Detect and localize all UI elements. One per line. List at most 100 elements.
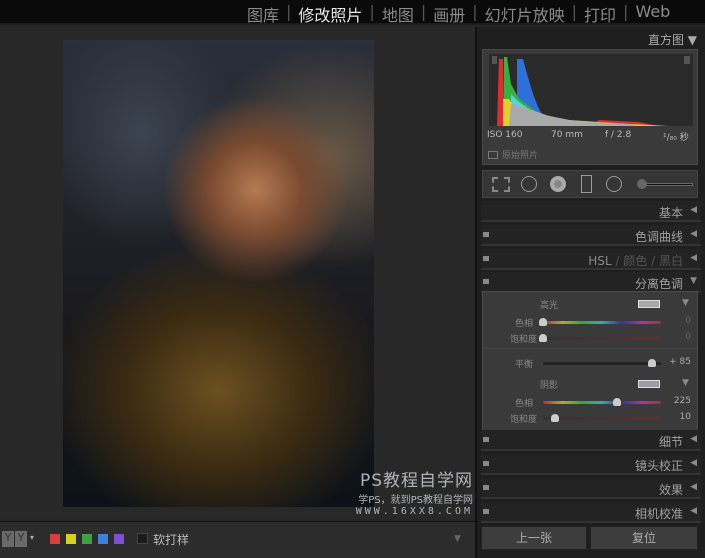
original-photo-checkbox[interactable] — [488, 151, 498, 159]
watermark: PS教程自学网 学PS，就到PS教程自学网 WWW.16XX8.COM — [335, 466, 473, 517]
module-book[interactable]: 画册 — [428, 2, 470, 26]
panel-switch-icon — [483, 279, 489, 284]
split-toning-panel: 高光 ▼ 色相 0 饱和度 0 平衡 + 85 阴影 ▼ 色相 225 饱和度 … — [482, 291, 698, 437]
right-panel: 直方图 ▼ ISO 160 70 mm f / 2.8 ¹/₈₀ 秒 原始照片 … — [475, 27, 705, 558]
highlight-sat-value[interactable]: 0 — [661, 332, 691, 342]
module-library[interactable]: 图库 — [242, 2, 284, 26]
module-slideshow[interactable]: 幻灯片放映 — [480, 2, 570, 26]
brush-slider-thumb[interactable] — [637, 179, 647, 189]
collapse-icon: ◀ — [690, 253, 697, 263]
original-photo-label: 原始照片 — [502, 151, 539, 161]
highlight-sat-label: 饱和度 — [510, 335, 538, 345]
collapse-icon: ◀ — [690, 458, 697, 468]
red-eye-icon[interactable] — [550, 176, 566, 192]
panel-camera-calibration[interactable]: 相机校准 ◀ — [481, 502, 701, 523]
reset-button[interactable]: 复位 — [590, 526, 698, 550]
watermark-line1: PS教程自学网 — [359, 471, 473, 491]
slider-thumb — [612, 398, 621, 406]
module-print[interactable]: 打印 — [579, 2, 621, 26]
module-bar: 图库 | 修改照片 | 地图 | 画册 | 幻灯片放映 | 打印 | Web — [0, 0, 705, 25]
crop-icon[interactable] — [492, 177, 510, 192]
collapse-icon: ◀ — [690, 229, 697, 239]
highlights-label: 高光 — [540, 301, 559, 311]
collapse-icon: ◀ — [690, 434, 697, 444]
panel-switch-icon — [483, 232, 489, 237]
previous-button[interactable]: 上一张 — [481, 526, 587, 550]
histogram-title[interactable]: 直方图 ▼ — [648, 31, 697, 48]
spot-removal-icon[interactable] — [521, 176, 537, 192]
color-label-green[interactable] — [82, 534, 92, 544]
expand-icon: ▼ — [690, 276, 697, 286]
slider-thumb — [539, 318, 547, 326]
separator: | — [286, 2, 292, 21]
histogram-graph — [489, 54, 693, 126]
photo-preview[interactable] — [63, 40, 374, 507]
bottom-toolbar: Y Y ▾ 软打样 ▼ — [0, 521, 475, 558]
panel-switch-icon — [483, 485, 489, 490]
highlight-hue-label: 色相 — [515, 319, 534, 329]
separator: | — [369, 2, 375, 21]
balance-slider[interactable] — [543, 359, 661, 367]
balance-value[interactable]: + 85 — [661, 357, 691, 367]
highlight-color-swatch[interactable] — [638, 300, 660, 308]
highlight-hue-slider[interactable] — [539, 318, 661, 326]
panel-switch-icon — [483, 509, 489, 514]
watermark-line3: WWW.16XX8.COM — [355, 506, 473, 517]
color-label-red[interactable] — [50, 534, 60, 544]
panel-split-toning[interactable]: 分离色调 ▼ — [481, 272, 701, 293]
histogram: ISO 160 70 mm f / 2.8 ¹/₈₀ 秒 原始照片 — [482, 49, 698, 165]
shadow-hue-slider[interactable] — [543, 398, 661, 406]
watermark-line2: 学PS，就到PS教程自学网 — [358, 495, 473, 506]
before-after-button-2[interactable]: Y — [15, 531, 27, 547]
before-after-button[interactable]: Y — [2, 531, 14, 547]
module-map[interactable]: 地图 — [377, 2, 419, 26]
divider — [483, 348, 697, 349]
panel-effects[interactable]: 效果 ◀ — [481, 478, 701, 499]
radial-filter-icon[interactable] — [606, 176, 622, 192]
graduated-filter-icon[interactable] — [581, 175, 592, 193]
slider-thumb — [550, 414, 559, 422]
exif-aperture: f / 2.8 — [605, 130, 632, 140]
exif-focal: 70 mm — [551, 130, 583, 140]
module-develop[interactable]: 修改照片 — [293, 2, 367, 26]
shadows-label: 阴影 — [540, 381, 559, 391]
balance-label: 平衡 — [515, 360, 534, 370]
shadow-picker-icon[interactable]: ▼ — [682, 378, 689, 388]
toolbar-menu-arrow-icon[interactable]: ▼ — [454, 534, 461, 544]
panel-tone-curve[interactable]: 色调曲线 ◀ — [481, 225, 701, 246]
shadow-color-swatch[interactable] — [638, 380, 660, 388]
brush-slider[interactable] — [641, 183, 693, 186]
separator: | — [472, 2, 478, 21]
panel-switch-icon — [483, 461, 489, 466]
exif-iso: ISO 160 — [487, 130, 523, 140]
color-label-purple[interactable] — [114, 534, 124, 544]
shadow-hue-label: 色相 — [515, 399, 534, 409]
slider-thumb — [539, 334, 547, 342]
panel-lens-corrections[interactable]: 镜头校正 ◀ — [481, 454, 701, 475]
highlight-hue-value[interactable]: 0 — [661, 316, 691, 326]
highlight-saturation-slider[interactable] — [539, 334, 661, 342]
module-web[interactable]: Web — [630, 2, 675, 26]
softproof-checkbox[interactable] — [137, 533, 148, 544]
shadow-hue-value[interactable]: 225 — [661, 396, 691, 406]
panel-switch-icon — [483, 256, 489, 261]
exif-shutter: ¹/₈₀ 秒 — [663, 133, 689, 143]
color-label-yellow[interactable] — [66, 534, 76, 544]
softproof-label: 软打样 — [153, 533, 190, 547]
tool-strip — [482, 170, 698, 198]
shadow-sat-label: 饱和度 — [510, 415, 538, 425]
panel-detail[interactable]: 细节 ◀ — [481, 430, 701, 451]
separator: | — [571, 2, 578, 21]
clipping-highlight-icon — [684, 56, 690, 64]
dropdown-arrow-icon[interactable]: ▾ — [30, 533, 34, 542]
collapse-icon: ◀ — [690, 506, 697, 516]
panel-basic[interactable]: 基本 ◀ — [481, 201, 701, 222]
collapse-icon: ◀ — [690, 482, 697, 492]
separator: | — [420, 2, 427, 21]
slider-thumb — [648, 359, 657, 367]
highlight-picker-icon[interactable]: ▼ — [682, 298, 689, 308]
color-label-blue[interactable] — [98, 534, 108, 544]
panel-hsl[interactable]: HSL / 颜色 / 黑白 ◀ — [481, 249, 701, 270]
shadow-sat-value[interactable]: 10 — [661, 412, 691, 422]
shadow-saturation-slider[interactable] — [543, 414, 661, 422]
